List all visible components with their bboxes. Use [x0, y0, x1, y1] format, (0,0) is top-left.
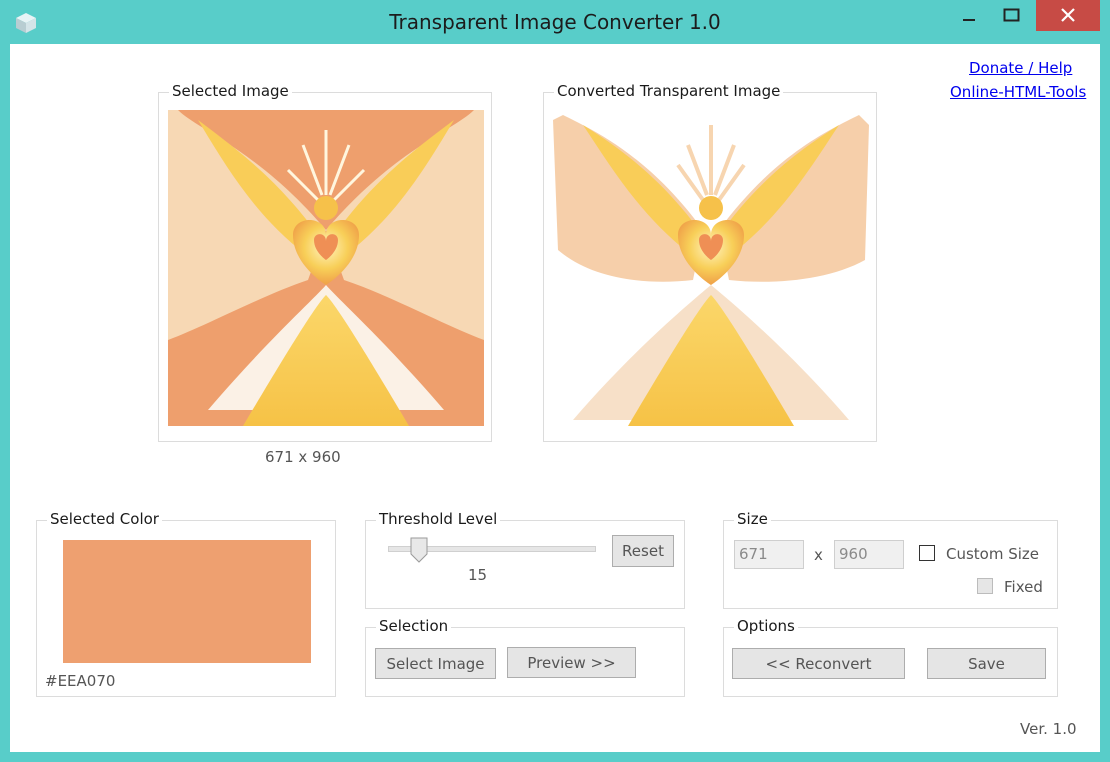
converted-image-preview[interactable] — [553, 110, 869, 426]
threshold-value: 15 — [468, 566, 488, 584]
threshold-slider-thumb[interactable] — [410, 537, 428, 563]
custom-size-label: Custom Size — [946, 545, 1040, 563]
size-label: Size — [734, 510, 771, 528]
online-html-tools-link[interactable]: Online-HTML-Tools — [950, 83, 1086, 101]
fixed-checkbox[interactable] — [977, 578, 993, 594]
options-group: Options << Reconvert Save — [723, 617, 1058, 697]
title-bar[interactable]: Transparent Image Converter 1.0 — [0, 0, 1110, 44]
preview-button[interactable]: Preview >> — [507, 647, 636, 678]
threshold-group: Threshold Level 15 Reset — [365, 510, 685, 609]
width-input[interactable]: 671 — [734, 540, 804, 569]
save-button[interactable]: Save — [927, 648, 1046, 679]
selected-image-label: Selected Image — [169, 82, 292, 100]
color-swatch[interactable] — [63, 540, 311, 663]
minimize-button[interactable] — [952, 0, 986, 31]
select-image-button[interactable]: Select Image — [375, 648, 496, 679]
size-group: Size 671 x 960 Custom Size Fixed — [723, 510, 1058, 609]
image-dimensions-text: 671 x 960 — [265, 448, 341, 466]
reset-button[interactable]: Reset — [612, 535, 674, 567]
custom-size-checkbox[interactable] — [919, 545, 935, 561]
fixed-label: Fixed — [1004, 578, 1043, 596]
selected-color-group: Selected Color #EEA070 — [36, 510, 336, 697]
selected-color-label: Selected Color — [47, 510, 162, 528]
close-button[interactable] — [1036, 0, 1100, 31]
height-input[interactable]: 960 — [834, 540, 904, 569]
maximize-icon — [1003, 8, 1020, 22]
selected-image-group: Selected Image — [158, 82, 492, 442]
selection-group: Selection Select Image Preview >> — [365, 617, 685, 697]
donate-help-link[interactable]: Donate / Help — [969, 59, 1072, 77]
threshold-label: Threshold Level — [376, 510, 501, 528]
converted-image-group: Converted Transparent Image — [543, 82, 877, 442]
minimize-icon — [963, 19, 975, 21]
selected-image-preview[interactable] — [168, 110, 484, 426]
maximize-button[interactable] — [994, 0, 1028, 31]
app-window: Transparent Image Converter 1.0 Donate /… — [0, 0, 1110, 762]
converted-image-label: Converted Transparent Image — [554, 82, 784, 100]
client-area: Donate / Help Online-HTML-Tools Selected… — [10, 44, 1100, 752]
window-title: Transparent Image Converter 1.0 — [389, 10, 721, 34]
close-icon — [1061, 8, 1075, 22]
options-label: Options — [734, 617, 798, 635]
color-hex-text: #EEA070 — [45, 672, 116, 690]
selection-label: Selection — [376, 617, 452, 635]
reconvert-button[interactable]: << Reconvert — [732, 648, 905, 679]
version-text: Ver. 1.0 — [1020, 720, 1077, 738]
size-separator: x — [814, 546, 823, 564]
